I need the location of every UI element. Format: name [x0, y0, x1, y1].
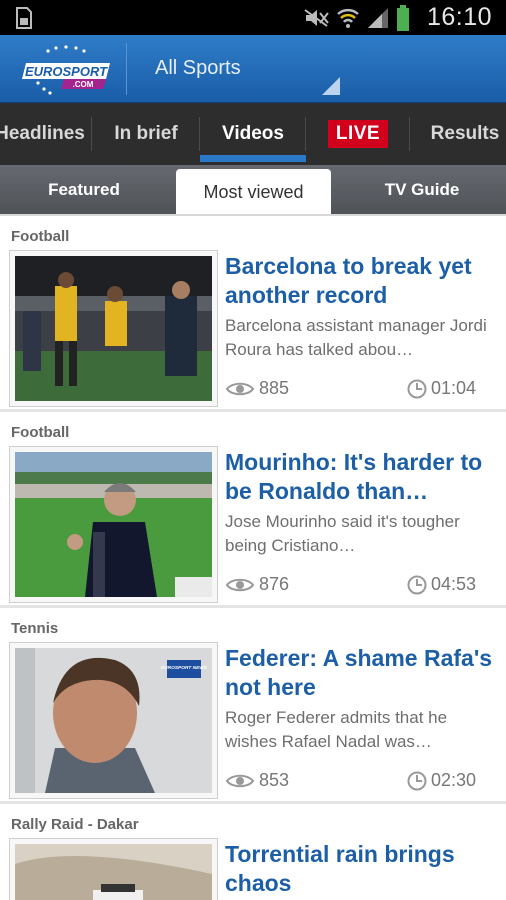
view-count: 885: [225, 378, 289, 399]
article-category: Football: [11, 228, 70, 245]
tab-results-label: Results: [430, 123, 500, 144]
wifi-icon: [337, 9, 359, 28]
view-count-value: 853: [259, 770, 290, 790]
signal-icon: [368, 8, 388, 28]
sd-card-icon: [16, 7, 32, 29]
duration-value: 01:04: [430, 378, 476, 398]
thumbnail-image: [15, 844, 212, 900]
duration-value: 02:30: [430, 770, 476, 790]
article-category: Rally Raid - Dakar: [11, 816, 139, 833]
video-thumbnail[interactable]: EUROSPORT NEWS: [9, 642, 218, 799]
sub-tab-bar: Featured Most viewed TV Guide: [0, 165, 506, 215]
article-summary: Jose Mourinho said it's tougher being Cr…: [225, 512, 460, 555]
video-thumbnail[interactable]: [9, 838, 218, 900]
list-item[interactable]: Football Mourinho: It's harder to be Ron…: [0, 412, 506, 608]
article-title[interactable]: Torrential rain brings chaos: [225, 840, 495, 898]
article-title[interactable]: Federer: A shame Rafa's not here: [225, 644, 495, 702]
view-count: 876: [225, 574, 289, 595]
tab-in-brief-label: In brief: [114, 123, 178, 144]
list-item[interactable]: Rally Raid - Dakar Torrential rain bring…: [0, 804, 506, 900]
clock-icon: [407, 379, 427, 398]
eye-icon: [225, 578, 255, 591]
tab-headlines[interactable]: Headlines: [0, 103, 92, 165]
subtab-most-viewed[interactable]: Most viewed: [176, 169, 331, 215]
video-thumbnail[interactable]: [9, 250, 218, 407]
clock-icon: [407, 575, 427, 594]
subtab-tv-guide[interactable]: TV Guide: [338, 165, 506, 215]
tab-live[interactable]: LIVE: [306, 103, 410, 165]
subtab-featured[interactable]: Featured: [0, 165, 168, 215]
duration-value: 04:53: [430, 574, 476, 594]
list-item[interactable]: Tennis EUROSPORT NEWS Federer: A shame R…: [0, 608, 506, 804]
video-duration: 04:53: [407, 574, 476, 595]
video-thumbnail[interactable]: [9, 446, 218, 603]
article-summary: Barcelona assistant manager Jordi Roura …: [225, 316, 487, 359]
app-header: EUROSPORT .COM All Sports: [0, 35, 506, 103]
live-badge: LIVE: [327, 120, 389, 148]
status-icons: [302, 5, 410, 31]
tab-results[interactable]: Results: [410, 103, 506, 165]
tab-headlines-label: Headlines: [0, 123, 85, 144]
eye-icon: [225, 774, 255, 787]
tab-videos-label: Videos: [222, 123, 284, 144]
clock: 16:10: [426, 3, 492, 31]
dropdown-corner-icon[interactable]: [322, 77, 340, 95]
active-tab-indicator: [200, 155, 306, 162]
thumbnail-image: EUROSPORT NEWS: [15, 648, 212, 793]
thumb-badge-text: EUROSPORT NEWS: [161, 665, 208, 671]
list-item[interactable]: Football Barcelona to break yet another …: [0, 216, 506, 412]
view-count-value: 885: [259, 378, 290, 398]
thumbnail-image: [15, 256, 212, 401]
article-summary: Roger Federer admits that he wishes Rafa…: [225, 708, 448, 751]
video-duration: 02:30: [407, 770, 476, 791]
thumbnail-image: [15, 452, 212, 597]
battery-icon: [397, 5, 409, 31]
logo-text-top: EUROSPORT: [25, 64, 108, 79]
view-count-value: 876: [259, 574, 290, 594]
article-category: Football: [11, 424, 70, 441]
article-category: Tennis: [11, 620, 59, 637]
view-count: 853: [225, 770, 289, 791]
article-title[interactable]: Mourinho: It's harder to be Ronaldo than…: [225, 448, 495, 506]
section-selector[interactable]: All Sports: [155, 57, 241, 80]
clock-icon: [407, 771, 427, 790]
logo-text-bottom: .COM: [73, 80, 94, 89]
video-duration: 01:04: [407, 378, 476, 399]
tab-in-brief[interactable]: In brief: [92, 103, 200, 165]
eye-icon: [225, 382, 255, 395]
header-divider: [126, 43, 127, 95]
status-bar: 16:10: [0, 0, 506, 35]
eurosport-logo[interactable]: EUROSPORT .COM: [20, 43, 112, 95]
mute-icon: [304, 9, 329, 27]
article-title[interactable]: Barcelona to break yet another record: [225, 252, 495, 310]
